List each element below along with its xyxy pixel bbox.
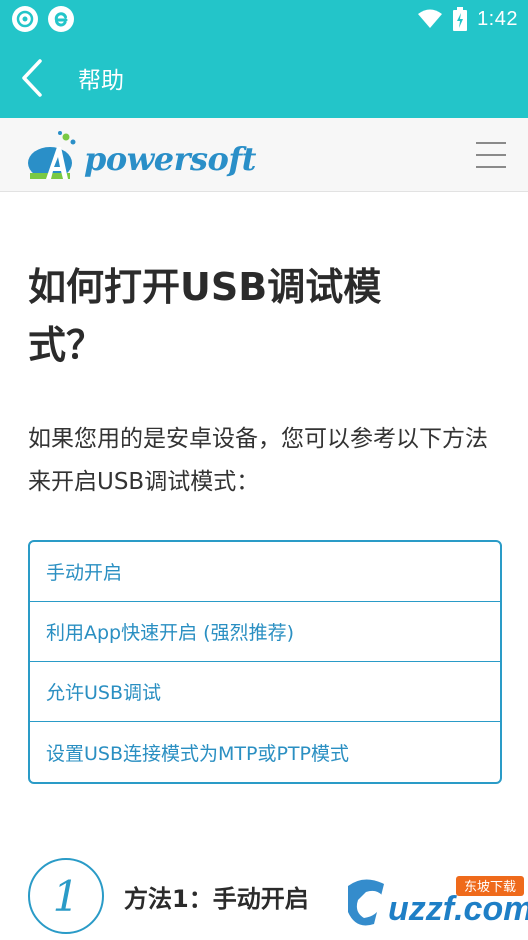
page-title: 如何打开USB调试模式？ — [28, 265, 382, 367]
apowersoft-logo[interactable]: powersoft — [26, 125, 256, 185]
intro-text: 如果您用的是安卓设备，您可以参考以下方法来开启USB调试模式： — [28, 426, 488, 495]
status-bar: 1:42 — [0, 0, 528, 38]
status-bar-left — [12, 6, 74, 32]
menu-line — [476, 153, 506, 156]
uzzf-watermark-logo: uzzf.com 东坡下载 — [348, 876, 528, 928]
article-content: 如何打开USB调试模式？ 如果您用的是安卓设备，您可以参考以下方法来开启USB调… — [28, 192, 504, 934]
battery-charging-icon — [453, 7, 468, 31]
app-bar-title: 帮助 — [78, 68, 124, 94]
toc-link-app[interactable]: 利用App快速开启 (强烈推荐) — [30, 602, 500, 662]
status-bar-right: 1:42 — [417, 7, 518, 31]
site-header: powersoft — [0, 118, 528, 192]
watermark-badge-text: 东坡下载 — [464, 880, 516, 895]
e-browser-icon — [48, 6, 74, 32]
back-button[interactable] — [0, 38, 64, 118]
app-bar: 帮助 — [0, 38, 528, 118]
toc-link-allow-debugging[interactable]: 允许USB调试 — [30, 662, 500, 722]
toc-link-manual[interactable]: 手动开启 — [30, 542, 500, 602]
app-notification-icon — [12, 6, 38, 32]
chevron-left-icon — [22, 59, 42, 97]
menu-line — [476, 165, 506, 168]
table-of-contents: 手动开启 利用App快速开启 (强烈推荐) 允许USB调试 设置USB连接模式为… — [28, 540, 502, 784]
method-title: 方法1：手动开启 — [124, 884, 309, 913]
toc-link-usb-mode[interactable]: 设置USB连接模式为MTP或PTP模式 — [30, 722, 500, 782]
status-time: 1:42 — [477, 7, 518, 30]
logo-text: powersoft — [84, 139, 256, 178]
wifi-icon — [418, 9, 443, 28]
menu-line — [476, 141, 506, 144]
logo-a-mark — [28, 130, 76, 179]
method-number-badge: 1 — [28, 858, 104, 934]
hamburger-menu-icon[interactable] — [476, 141, 506, 168]
